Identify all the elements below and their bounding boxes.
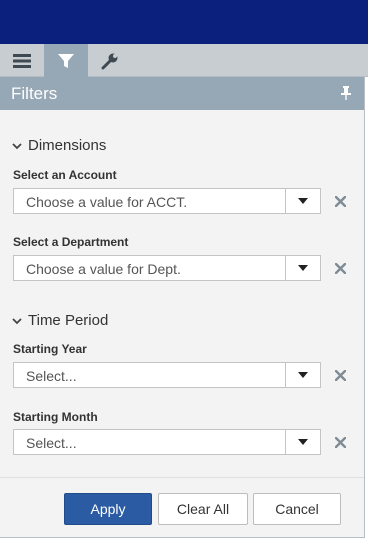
starting-month-select-placeholder: Select... [26,435,77,451]
starting-year-clear-icon[interactable] [333,368,347,382]
department-dropdown-toggle[interactable] [285,256,320,280]
starting-year-field-label: Starting Year [13,342,87,356]
menu-icon [13,53,31,68]
account-clear-icon[interactable] [333,194,347,208]
section-dimensions-toggle[interactable]: Dimensions [12,137,106,154]
wrench-icon [101,53,118,69]
starting-year-select[interactable]: Select... [13,362,321,388]
tab-menu[interactable] [0,44,44,77]
caret-down-icon [298,439,308,445]
starting-month-select[interactable]: Select... [13,429,321,455]
cancel-button[interactable]: Cancel [253,493,341,525]
pin-icon[interactable] [340,86,352,105]
department-clear-icon[interactable] [333,261,347,275]
section-time-period-label: Time Period [28,312,109,329]
starting-year-select-placeholder: Select... [26,368,77,384]
top-banner [0,0,368,44]
account-dropdown-toggle[interactable] [285,189,320,213]
filters-panel: Filters Dimensions Select an Account Cho… [0,77,365,538]
starting-month-dropdown-toggle[interactable] [285,430,320,454]
tab-settings[interactable] [88,44,132,77]
chevron-down-icon [12,142,22,149]
caret-down-icon [298,265,308,271]
footer-divider [0,477,364,478]
department-field-label: Select a Department [13,235,129,249]
account-select-placeholder: Choose a value for ACCT. [26,194,188,210]
chevron-down-icon [12,317,22,324]
tab-filters[interactable] [44,44,88,77]
apply-button[interactable]: Apply [64,493,152,525]
starting-month-field-label: Starting Month [13,410,98,424]
caret-down-icon [298,372,308,378]
caret-down-icon [298,198,308,204]
clear-all-button[interactable]: Clear All [158,493,248,525]
tab-bar [0,44,368,77]
starting-month-clear-icon[interactable] [333,435,347,449]
panel-header: Filters [0,77,364,110]
section-time-period-toggle[interactable]: Time Period [12,312,108,329]
section-dimensions-label: Dimensions [28,137,107,154]
department-select-placeholder: Choose a value for Dept. [26,261,181,277]
panel-title: Filters [11,84,58,103]
starting-year-dropdown-toggle[interactable] [285,363,320,387]
department-select[interactable]: Choose a value for Dept. [13,255,321,281]
account-field-label: Select an Account [13,168,117,182]
account-select[interactable]: Choose a value for ACCT. [13,188,321,214]
filter-icon [58,53,74,68]
